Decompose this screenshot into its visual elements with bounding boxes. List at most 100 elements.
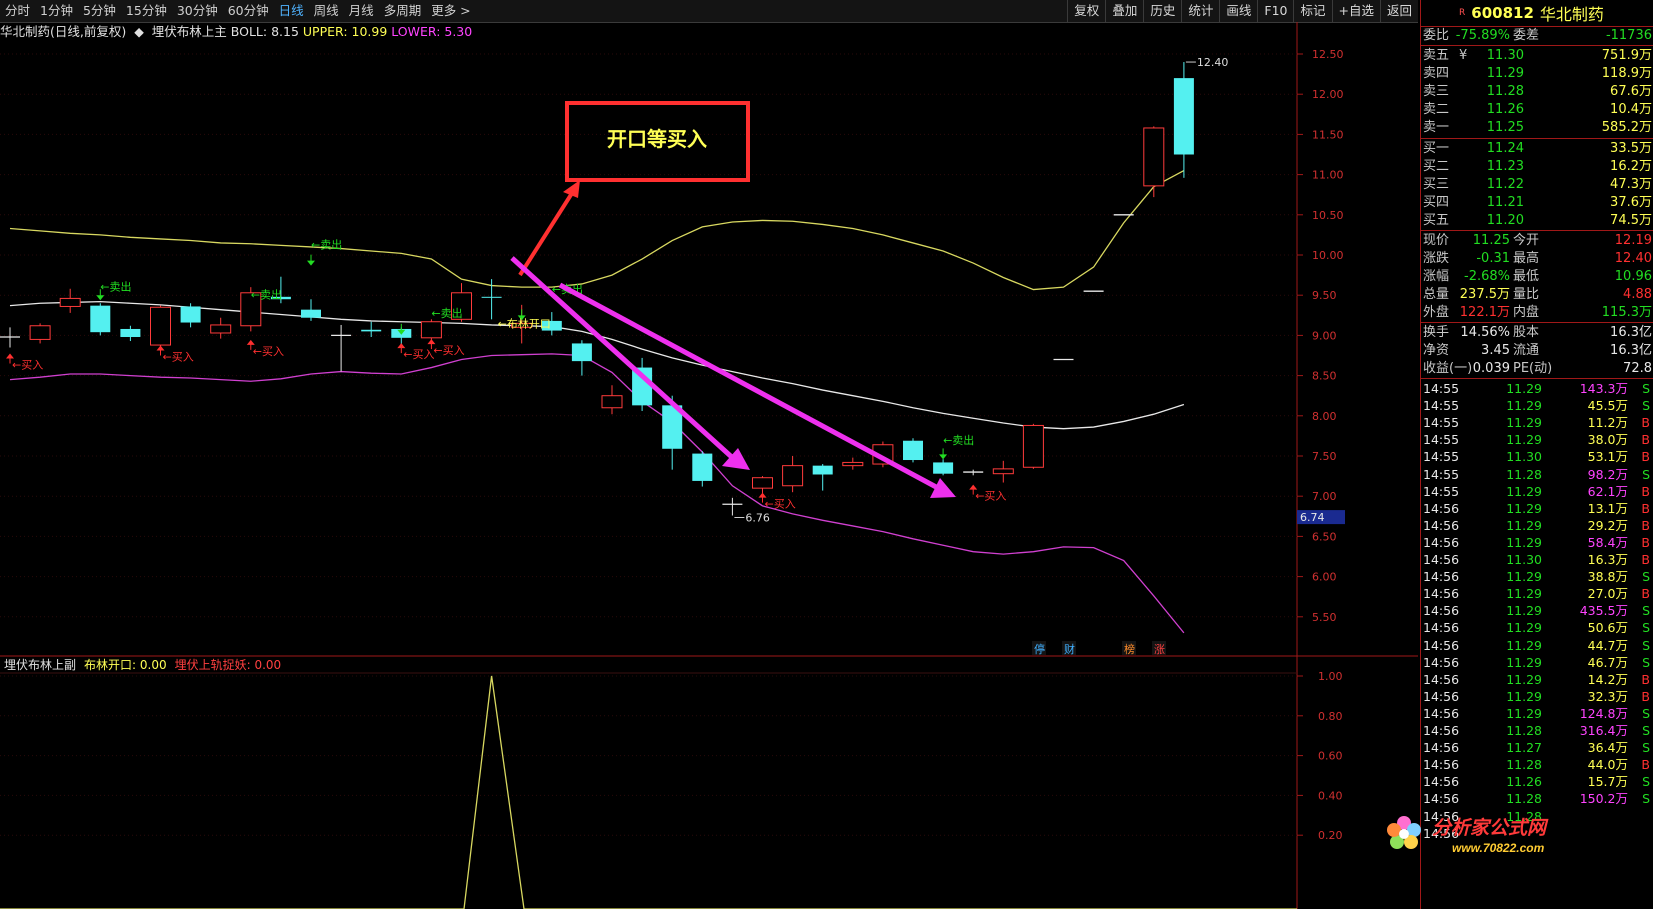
tick-row: 14:56 11.29 14.2万 B [1421,671,1653,688]
tick-time: 14:56 [1423,552,1460,567]
stock-code[interactable]: 600812 [1471,4,1534,22]
tick-price: 11.29 [1506,534,1542,550]
sell-signal: ←卖出 [100,279,131,293]
tick-price: 11.29 [1506,586,1542,602]
ask-label: 卖四 [1423,66,1450,81]
tick-price: 11.29 [1506,517,1542,533]
ask-row: 卖二 11.26 10.4万 [1421,101,1653,119]
sub-indicator-chart: 1.00 0.80 0.60 0.40 0.20 埋伏布林上副 布林开口: 0.00 埋伏上轨… [0,657,1343,909]
tick-volume: 14.2万 [1587,671,1628,687]
sub-tick: 0.80 [1318,710,1343,723]
ask-label: 卖二 [1423,102,1450,117]
tick-row: 14:56 11.29 124.8万 S [1421,705,1653,722]
tick-side: S [1642,723,1650,738]
ask-row: 卖三 11.28 67.6万 [1421,83,1653,101]
tick-time: 14:55 [1423,483,1460,499]
tick-row: 14:56 11.28 150.2万 S [1421,790,1653,807]
bottom-badge: 榜 [1124,642,1135,656]
fund-value: 72.8 [1623,361,1652,376]
low-price-label: 6.76 [745,511,770,524]
kline-chart[interactable]: 12.50 12.00 11.50 11.00 10.50 10.00 9.50 9.00 8.… [0,0,1418,909]
tick-row: 14:56 11.29 58.4万 B [1421,534,1653,551]
candle [992,460,1014,483]
candle [301,299,321,321]
ask-volume: 585.2万 [1601,120,1652,135]
tick-time: 14:56 [1423,688,1460,704]
tick-side: B [1641,688,1650,704]
tick-time: 14:56 [1423,517,1460,533]
ask-row: 卖四 11.29 118.9万 [1421,65,1653,83]
price-tick: 12.00 [1312,88,1344,101]
stat-label: 量比 [1513,287,1540,302]
stat-value: 12.40 [1614,251,1652,266]
tick-time: 14:55 [1423,415,1460,431]
tick-time: 14:56 [1423,603,1460,619]
tick-volume: 15.7万 [1587,774,1628,790]
tick-side: B [1641,517,1650,533]
tick-time: 14:56 [1423,774,1460,790]
stat-value: -2.68% [1464,269,1510,284]
tick-volume: 32.3万 [1587,688,1628,704]
tick-price: 11.29 [1506,381,1542,396]
tick-volume: 435.5万 [1579,603,1628,619]
fund-label: PE(动) [1513,361,1553,376]
price-tick: 11.00 [1312,169,1344,182]
stat-label: 外盘 [1423,305,1450,320]
stat-row: 外盘 122.1万 内盘 115.3万 [1421,304,1653,322]
bid-price: 11.21 [1486,195,1524,210]
ask-volume: 67.6万 [1610,84,1652,99]
candle [29,323,51,344]
tick-time: 14:55 [1423,432,1460,448]
fundamental-row: 换手 14.56% 股本 16.3亿 [1421,324,1653,342]
candle [0,327,20,348]
tick-row: 14:56 11.29 50.6万 S [1421,619,1653,636]
fund-label: 流通 [1513,343,1540,358]
tick-side: B [1641,757,1650,773]
tick-row: 14:55 11.30 53.1万 B [1421,448,1653,465]
bid-label: 买二 [1423,159,1450,174]
candle [782,456,804,493]
price-tick: 8.00 [1312,410,1337,423]
candle [601,385,623,415]
buy-signal: ←买入 [253,345,284,358]
tick-volume: 38.8万 [1587,569,1628,585]
fundamental-row: 收益(一) 0.039 PE(动) 72.8 [1421,360,1653,378]
fund-label: 收益(一) [1423,361,1473,376]
tick-side: B [1641,483,1650,499]
stock-name[interactable]: 华北制药 [1540,1,1604,25]
buy-signal: ←买入 [433,344,464,357]
candle [842,457,864,470]
tick-price: 11.29 [1506,398,1542,414]
candle [571,340,592,376]
bid-label: 买五 [1423,213,1450,228]
stock-header: R 600812 华北制药 [1421,0,1653,27]
tick-volume: 38.0万 [1587,432,1628,448]
tick-price: 11.29 [1506,483,1542,499]
tick-time: 14:56 [1423,671,1460,687]
candle [180,303,201,328]
sub-indicator-name: 埋伏布林上副 [4,658,76,672]
bid-row: 买四 11.21 37.6万 [1421,194,1653,212]
price-tick: 5.50 [1312,611,1337,624]
stat-label: 今开 [1513,233,1540,248]
sub-tick: 0.60 [1318,750,1343,763]
tick-volume: 124.8万 [1579,705,1628,721]
stat-row: 总量 237.5万 量比 4.88 [1421,286,1653,304]
tick-price: 11.29 [1506,569,1542,585]
ask-row: 卖五 ¥11.30 751.9万 [1421,47,1653,65]
candle [1143,126,1165,198]
price-tick: 6.00 [1312,571,1337,584]
sell-signal: ←卖出 [431,306,462,320]
fund-label: 股本 [1513,325,1540,340]
stat-label: 最低 [1513,269,1540,284]
tick-time: 14:56 [1423,620,1460,636]
bid-volume: 74.5万 [1610,213,1652,228]
bid-volume: 33.5万 [1610,141,1652,156]
tick-price: 11.29 [1506,432,1542,448]
tick-volume: 150.2万 [1579,791,1628,807]
stat-value: 122.1万 [1459,305,1510,320]
ask-price: 11.25 [1486,120,1524,135]
tick-side: S [1642,637,1650,653]
tick-row: 14:56 11.26 15.7万 S [1421,773,1653,790]
r-badge: R [1459,8,1466,18]
